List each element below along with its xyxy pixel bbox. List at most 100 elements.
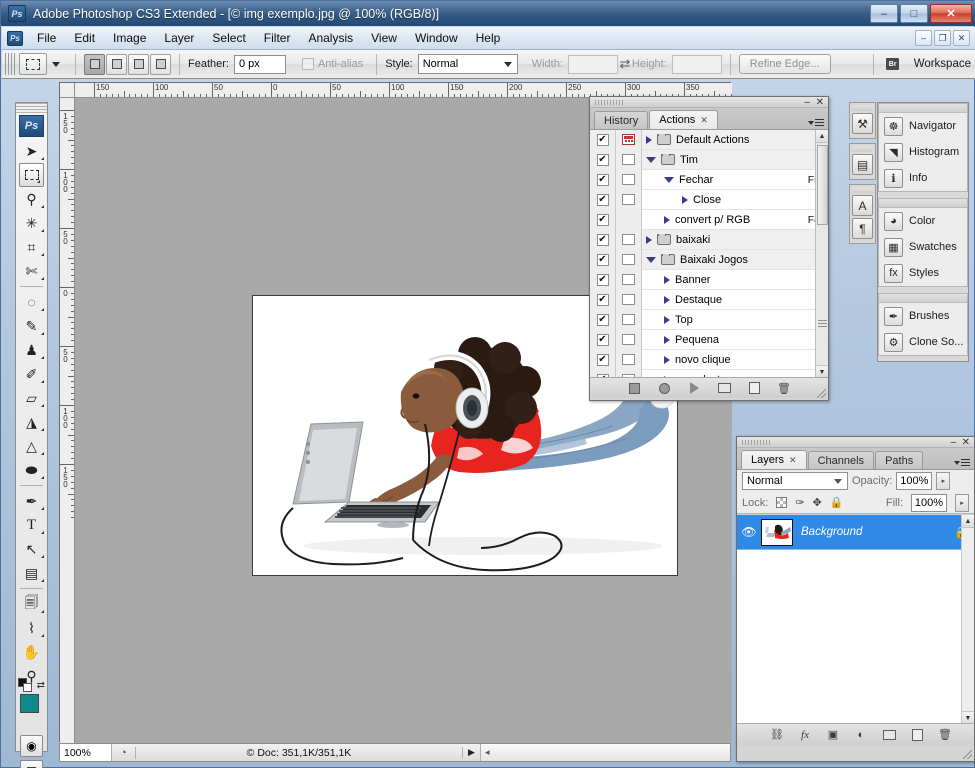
swap-colors-icon[interactable]: ⇄ xyxy=(37,680,45,691)
action-row[interactable]: ✔ Destaque xyxy=(590,289,828,310)
dock-item-styles[interactable]: fx Styles xyxy=(879,260,967,286)
layers-list[interactable]: 👁 Background 🔒 xyxy=(737,514,974,723)
dock-item-cloneso[interactable]: ⚙ Clone So... xyxy=(879,329,967,355)
play-selection-button[interactable] xyxy=(687,382,701,395)
dock-item-navigator[interactable]: ☸ Navigator xyxy=(879,113,967,139)
tool-hand[interactable]: ✋ xyxy=(16,640,47,664)
link-layers-button[interactable]: ⛓ xyxy=(770,728,784,741)
disclosure-triangle-right-icon[interactable] xyxy=(664,335,670,344)
tool-eyedropper[interactable]: ⌇ xyxy=(16,616,47,640)
disclosure-triangle-right-icon[interactable] xyxy=(664,275,670,284)
collapsed-dock-grip[interactable] xyxy=(852,105,873,111)
tab-layers-close-icon[interactable]: ✕ xyxy=(789,455,797,466)
screen-mode-button[interactable]: ▣ xyxy=(20,760,43,768)
swap-width-height-icon[interactable]: ⇄ xyxy=(618,56,632,71)
tab-paths[interactable]: Paths xyxy=(875,451,924,469)
action-dialog-toggle[interactable] xyxy=(622,274,635,285)
current-tool-preview-icon[interactable] xyxy=(19,53,47,75)
actions-panel-titlebar[interactable]: – ✕ xyxy=(590,97,828,108)
menu-item-edit[interactable]: Edit xyxy=(65,28,104,48)
action-row[interactable]: ✔ Pequena xyxy=(590,329,828,350)
subtract-from-selection-button[interactable] xyxy=(128,53,149,75)
tool-notes[interactable]: 🗐 xyxy=(16,592,47,616)
new-layer-button[interactable] xyxy=(910,728,924,741)
action-row[interactable]: ✔ Banner xyxy=(590,269,828,290)
action-enabled-checkbox[interactable]: ✔ xyxy=(596,313,609,326)
dock-item-color[interactable]: ◕ Color xyxy=(879,208,967,234)
tool-paint-bucket[interactable]: ◮ xyxy=(16,410,47,434)
delete-action-button[interactable]: 🗑 xyxy=(777,382,791,395)
menu-item-help[interactable]: Help xyxy=(467,28,510,48)
intersect-selection-button[interactable] xyxy=(150,53,171,75)
layer-name-label[interactable]: Background xyxy=(801,526,954,538)
status-menu-arrow-icon[interactable]: ▶ xyxy=(462,747,480,758)
menu-item-file[interactable]: File xyxy=(28,28,65,48)
tool-gradient[interactable]: △ xyxy=(16,434,47,458)
new-adjustment-layer-button[interactable]: ◐ xyxy=(854,728,868,741)
disclosure-triangle-right-icon[interactable] xyxy=(664,295,670,304)
menu-item-layer[interactable]: Layer xyxy=(155,28,203,48)
action-dialog-toggle[interactable] xyxy=(622,234,635,245)
refine-edge-button[interactable]: Refine Edge... xyxy=(738,54,831,74)
layer-visibility-eye-icon[interactable]: 👁 xyxy=(737,525,761,539)
opacity-stepper-icon[interactable]: ▸ xyxy=(936,472,951,490)
actions-scrollbar[interactable]: ▲ ▼ xyxy=(815,130,828,377)
disclosure-triangle-right-icon[interactable] xyxy=(646,235,652,244)
menu-app-icon[interactable]: Ps xyxy=(7,30,23,46)
layer-thumbnail[interactable] xyxy=(761,518,793,546)
scroll-up-icon[interactable]: ▲ xyxy=(962,515,974,528)
menu-item-filter[interactable]: Filter xyxy=(255,28,300,48)
menu-item-select[interactable]: Select xyxy=(203,28,254,48)
fill-input[interactable]: 100% xyxy=(911,493,947,512)
action-enabled-checkbox[interactable]: ✔ xyxy=(596,193,609,206)
disclosure-triangle-right-icon[interactable] xyxy=(664,315,670,324)
layers-panel-titlebar[interactable]: – ✕ xyxy=(737,437,974,448)
window-maximize-button[interactable]: □ xyxy=(900,4,928,23)
action-enabled-checkbox[interactable]: ✔ xyxy=(596,173,609,186)
menu-item-analysis[interactable]: Analysis xyxy=(299,28,362,48)
disclosure-triangle-down-icon[interactable] xyxy=(646,256,656,263)
action-dialog-toggle[interactable] xyxy=(622,374,635,377)
action-dialog-toggle[interactable] xyxy=(622,194,635,205)
collapsed-dock-grip[interactable] xyxy=(852,187,873,193)
tool-rectangular-marquee[interactable] xyxy=(19,163,44,187)
tab-channels[interactable]: Channels xyxy=(807,451,875,469)
action-dialog-toggle[interactable] xyxy=(622,314,635,325)
tab-actions[interactable]: Actions ✕ xyxy=(649,110,718,129)
delete-layer-button[interactable]: 🗑 xyxy=(938,728,952,741)
zoom-level-input[interactable]: 100% xyxy=(60,744,112,761)
opacity-input[interactable]: 100% xyxy=(896,472,933,490)
tool-slice[interactable]: ✄ xyxy=(16,259,47,283)
ruler-origin-corner[interactable] xyxy=(60,83,75,98)
workspace-button[interactable]: Workspace xyxy=(914,58,975,70)
lock-transparent-pixels-icon[interactable] xyxy=(776,497,788,508)
add-layer-style-button[interactable]: fx xyxy=(798,728,812,741)
action-row[interactable]: ✔ Tim xyxy=(590,149,828,170)
stop-playing-recording-button[interactable] xyxy=(627,382,641,395)
lock-all-icon[interactable]: 🔒 xyxy=(830,496,844,509)
tab-layers[interactable]: Layers ✕ xyxy=(741,450,807,469)
tool-eraser[interactable]: ▱ xyxy=(16,386,47,410)
tool-blur[interactable]: ⬬ xyxy=(16,458,47,482)
dock-group-grip[interactable] xyxy=(879,294,967,303)
tool-move[interactable]: ➤ xyxy=(16,139,47,163)
fill-stepper-icon[interactable]: ▸ xyxy=(955,493,969,512)
disclosure-triangle-right-icon[interactable] xyxy=(646,135,652,144)
go-to-bridge-icon[interactable]: Br xyxy=(882,54,904,74)
layer-comps-icon[interactable]: ▤ xyxy=(852,154,873,175)
lock-image-pixels-icon[interactable]: ✑ xyxy=(795,496,804,509)
scroll-down-icon[interactable]: ▼ xyxy=(816,365,828,377)
action-row[interactable]: ✔ Baixaki Jogos xyxy=(590,249,828,270)
collapsed-dock-grip[interactable] xyxy=(852,146,873,152)
window-close-button[interactable]: ✕ xyxy=(930,4,972,23)
character-icon[interactable]: A xyxy=(852,195,873,216)
window-minimize-button[interactable]: – xyxy=(870,4,898,23)
actions-panel-close-button[interactable]: ✕ xyxy=(816,97,824,108)
tool-lasso[interactable]: ⚲ xyxy=(16,187,47,211)
disclosure-triangle-down-icon[interactable] xyxy=(664,176,674,183)
layer-row-background[interactable]: 👁 Background 🔒 xyxy=(737,515,974,550)
tab-actions-close-icon[interactable]: ✕ xyxy=(700,115,708,126)
panel-grip[interactable] xyxy=(595,100,625,105)
action-row[interactable]: ✔ Close xyxy=(590,189,828,210)
tool-magic-wand[interactable]: ✳ xyxy=(16,211,47,235)
